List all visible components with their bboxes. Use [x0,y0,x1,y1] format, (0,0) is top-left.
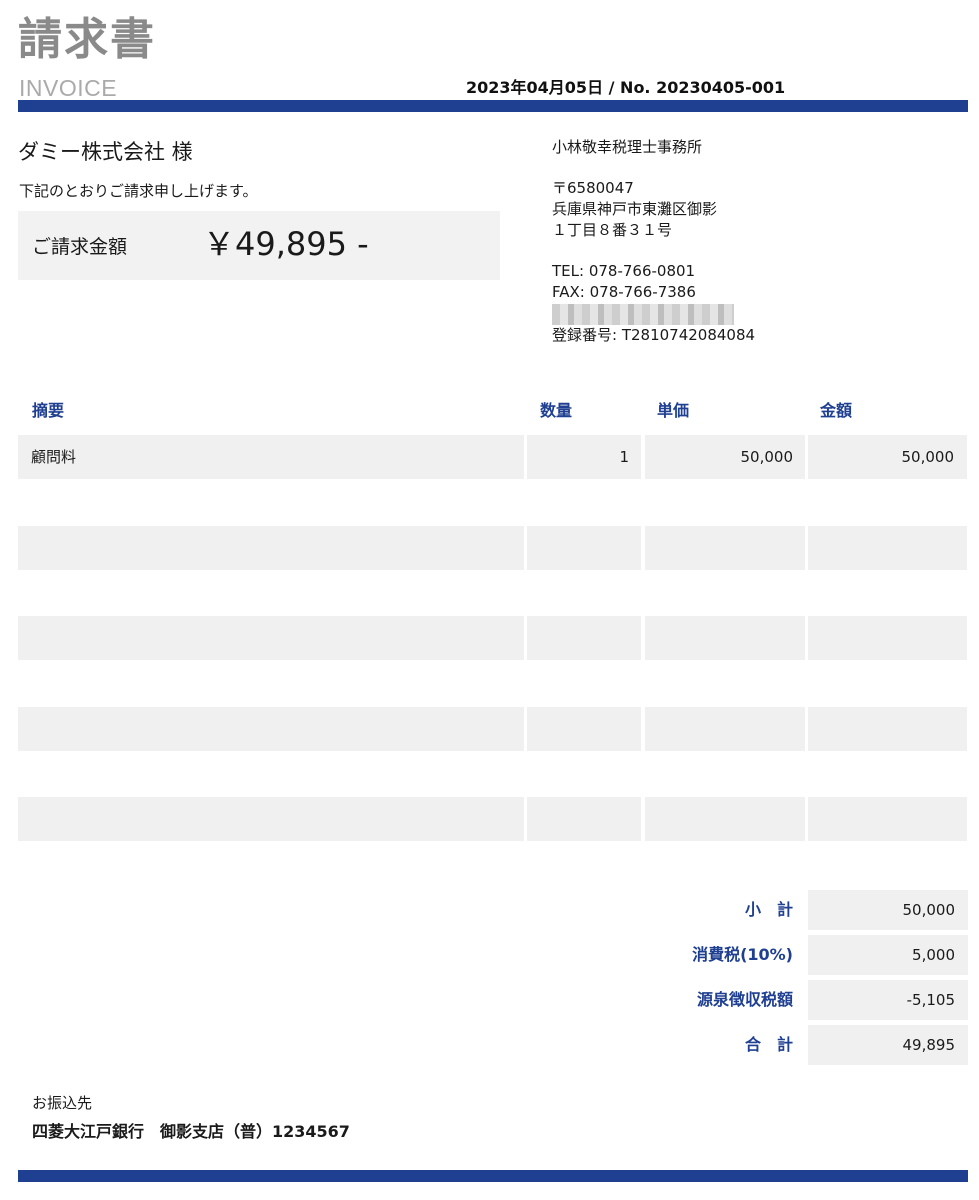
bank-account-detail: 四菱大江戸銀行 御影支店（普）1234567 [32,1122,350,1141]
cell-description [18,526,524,570]
bank-transfer-label: お振込先 [32,1094,93,1112]
issuer-tel: TEL: 078-766-0801 [552,262,696,280]
issuer-fax: FAX: 078-766-7386 [552,283,696,301]
subtotal-row: 小 計 50,000 [600,890,968,930]
cell-quantity: 1 [527,435,641,479]
table-row [18,616,968,660]
cell-amount [808,797,967,841]
cell-unit-price [645,707,805,751]
withholding-tax-row: 源泉徴収税額 -5,105 [600,980,968,1020]
table-row: 顧問料 1 50,000 50,000 [18,435,968,479]
issuer-name: 小林敬幸税理士事務所 [552,138,703,156]
consumption-tax-value: 5,000 [808,935,968,975]
consumption-tax-label: 消費税(10%) [692,945,793,964]
subtotal-label: 小 計 [744,900,793,919]
cell-amount [808,616,967,660]
cell-quantity [527,526,641,570]
invoice-date-number: 2023年04月05日 / No. 20230405-001 [466,78,786,97]
billing-amount-box: ご請求金額 ￥49,895 - [18,211,500,280]
cell-amount [808,707,967,751]
cell-amount [808,526,967,570]
cell-description: 顧問料 [18,435,524,479]
cell-description [18,707,524,751]
invoice-message: 下記のとおりご請求申し上げます。 [19,182,258,200]
subtotal-value: 50,000 [808,890,968,930]
total-row: 合 計 49,895 [600,1025,968,1065]
cell-unit-price [645,616,805,660]
cell-amount: 50,000 [808,435,967,479]
header-divider [18,100,968,112]
column-header-amount: 金額 [820,401,853,420]
column-header-description: 摘要 [32,401,65,420]
cell-description [18,616,524,660]
issuer-postal-code: 〒6580047 [552,179,634,197]
total-value: 49,895 [808,1025,968,1065]
consumption-tax-row: 消費税(10%) 5,000 [600,935,968,975]
total-label: 合 計 [744,1035,793,1054]
cell-quantity [527,797,641,841]
issuer-address-line1: 兵庫県神戸市東灘区御影 [552,200,718,218]
billing-amount-value: ￥49,895 - [203,225,369,263]
issuer-registration-number: 登録番号: T2810742084084 [552,326,756,344]
issuer-block: 小林敬幸税理士事務所 〒6580047 兵庫県神戸市東灘区御影 １丁目８番３１号… [552,137,755,346]
column-header-quantity: 数量 [540,401,573,420]
cell-unit-price: 50,000 [645,435,805,479]
issuer-address-line2: １丁目８番３１号 [552,221,673,239]
withholding-tax-label: 源泉徴収税額 [696,990,793,1009]
invoice-subtitle: INVOICE [19,75,118,101]
billing-amount-label: ご請求金額 [32,236,128,258]
cell-description [18,797,524,841]
client-name: ダミー株式会社 様 [18,140,193,164]
table-row [18,707,968,751]
cell-unit-price [645,797,805,841]
footer-divider [18,1170,968,1182]
table-row [18,526,968,570]
cell-quantity [527,707,641,751]
table-row [18,797,968,841]
invoice-title: 請求書 [18,14,156,65]
column-header-unit-price: 単価 [657,401,690,420]
cell-quantity [527,616,641,660]
cell-unit-price [645,526,805,570]
withholding-tax-value: -5,105 [808,980,968,1020]
redacted-field [552,304,734,325]
